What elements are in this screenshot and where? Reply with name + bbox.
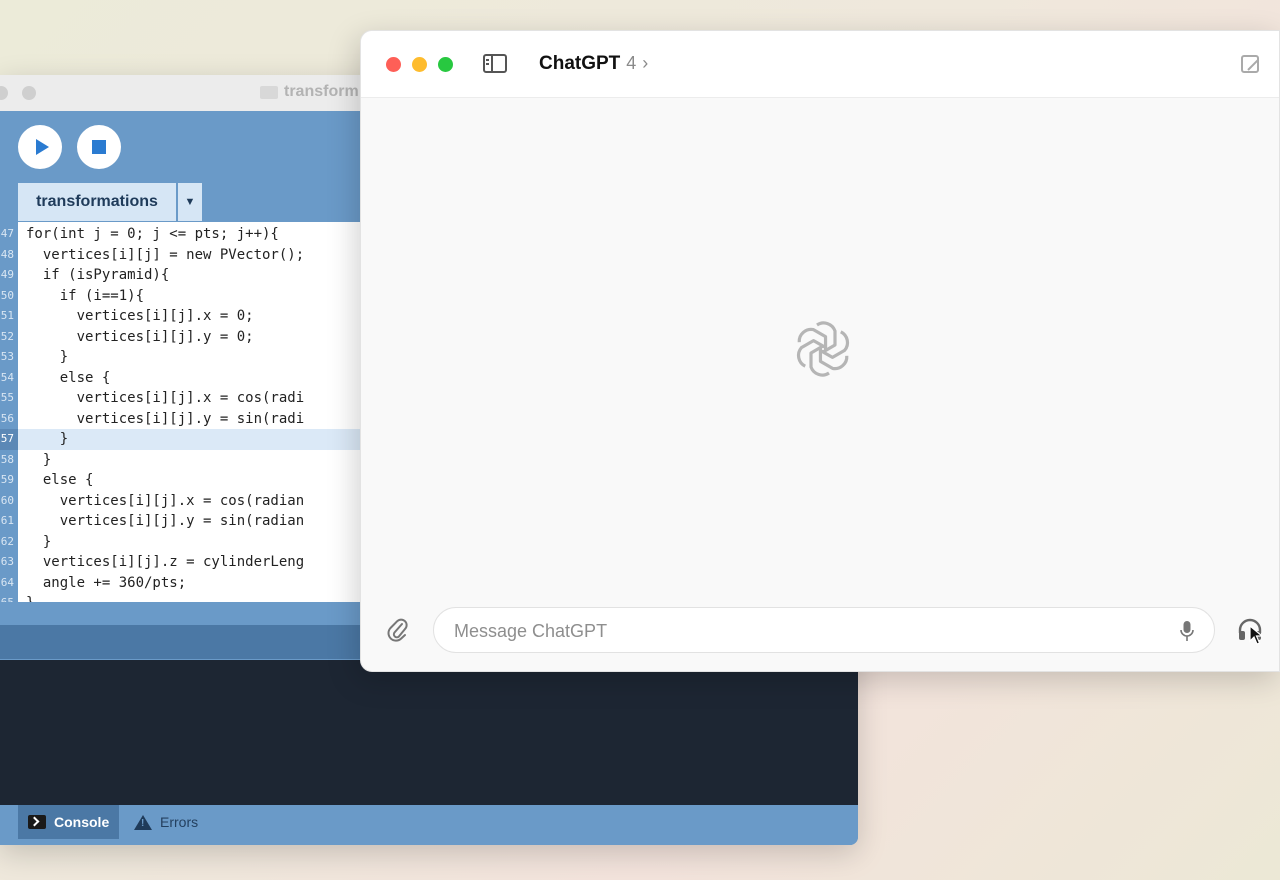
errors-tab-label: Errors	[160, 814, 199, 830]
sidebar-toggle-icon[interactable]	[483, 54, 507, 73]
tab-label: transformations	[36, 193, 158, 210]
code-line[interactable]: }	[18, 532, 363, 553]
window-close-dot[interactable]	[0, 86, 8, 100]
tab-transformations[interactable]: transformations	[18, 183, 176, 221]
line-number: 50	[0, 288, 14, 302]
console-tab-label: Console	[54, 814, 110, 830]
tab-console[interactable]: Console	[18, 805, 120, 839]
code-line[interactable]: else {	[18, 368, 363, 389]
code-line[interactable]: vertices[i][j].x = cos(radi	[18, 388, 363, 409]
minimize-button[interactable]	[412, 57, 427, 72]
line-number-gutter: 47 48 49 50 51 52 53 54 55 56 57 58 59 60 61 62 63 64 65	[0, 222, 18, 602]
code-editor[interactable]: for(int j = 0; j <= pts; j++){ vertices[…	[18, 222, 363, 602]
close-button[interactable]	[386, 57, 401, 72]
line-number: 62	[0, 534, 14, 548]
code-line[interactable]: vertices[i][j].x = 0;	[18, 306, 363, 327]
message-input[interactable]	[452, 608, 1156, 654]
code-line[interactable]: vertices[i][j].z = cylinderLeng	[18, 552, 363, 573]
tab-errors[interactable]: Errors	[124, 805, 208, 839]
code-line[interactable]: vertices[i][j].x = cos(radian	[18, 491, 363, 512]
line-number: 51	[0, 309, 14, 322]
new-chat-icon[interactable]	[1241, 55, 1259, 73]
line-number: 63	[0, 555, 14, 568]
console-area[interactable]	[0, 660, 858, 805]
code-line[interactable]: for(int j = 0; j <= pts; j++){	[18, 224, 363, 245]
code-line[interactable]: }	[18, 347, 363, 368]
code-line[interactable]: else {	[18, 470, 363, 491]
model-selector[interactable]: ChatGPT 4 ›	[539, 53, 648, 75]
code-line[interactable]: }	[18, 450, 363, 471]
line-number: 60	[0, 493, 14, 507]
code-line[interactable]: if (i==1){	[18, 286, 363, 307]
code-line[interactable]: angle += 360/pts;	[18, 573, 363, 594]
line-number: 54	[0, 370, 14, 384]
run-button[interactable]	[18, 125, 62, 169]
chevron-down-icon: ▼	[184, 196, 196, 208]
zoom-button[interactable]	[438, 57, 453, 72]
code-line[interactable]: vertices[i][j].y = 0;	[18, 327, 363, 348]
folder-icon	[260, 85, 278, 99]
paperclip-icon[interactable]	[386, 617, 410, 643]
code-line[interactable]: vertices[i][j].y = sin(radian	[18, 511, 363, 532]
mouse-cursor-icon	[1249, 625, 1263, 645]
model-version: 4	[626, 53, 637, 73]
line-number: 57	[0, 429, 18, 450]
code-line[interactable]: }	[18, 429, 363, 450]
ide-title-text: transform	[284, 83, 359, 100]
chevron-right-icon: ›	[642, 53, 649, 73]
line-number: 53	[0, 350, 14, 363]
line-number: 55	[0, 391, 14, 404]
chatgpt-window: ChatGPT 4 ›	[360, 30, 1280, 672]
code-line[interactable]: vertices[i][j].y = sin(radi	[18, 409, 363, 430]
microphone-icon[interactable]	[1180, 620, 1194, 642]
openai-logo-icon	[796, 321, 850, 377]
tab-menu-button[interactable]: ▼	[178, 183, 202, 221]
stop-button[interactable]	[77, 125, 121, 169]
line-number: 52	[0, 329, 14, 343]
play-icon	[35, 139, 49, 155]
line-number: 58	[0, 452, 14, 466]
message-composer[interactable]	[433, 607, 1215, 654]
line-number: 48	[0, 247, 14, 261]
chat-header: ChatGPT 4 ›	[361, 31, 1279, 98]
warning-icon	[134, 814, 152, 830]
line-number: 64	[0, 575, 14, 589]
code-line[interactable]: if (isPyramid){	[18, 265, 363, 286]
window-minimize-dot[interactable]	[22, 86, 36, 100]
stop-icon	[92, 140, 106, 154]
code-line[interactable]: }	[18, 593, 363, 602]
line-number: 65	[0, 593, 18, 602]
terminal-icon	[28, 815, 46, 829]
chat-title: ChatGPT	[539, 53, 621, 74]
ide-bottom-bar: Console Errors	[0, 805, 858, 845]
line-number: 56	[0, 411, 14, 425]
line-number: 47	[0, 227, 14, 240]
line-number: 59	[0, 473, 14, 486]
line-number: 49	[0, 268, 14, 281]
line-number: 61	[0, 514, 14, 527]
ide-title: transform	[260, 83, 359, 101]
code-line[interactable]: vertices[i][j] = new PVector();	[18, 245, 363, 266]
